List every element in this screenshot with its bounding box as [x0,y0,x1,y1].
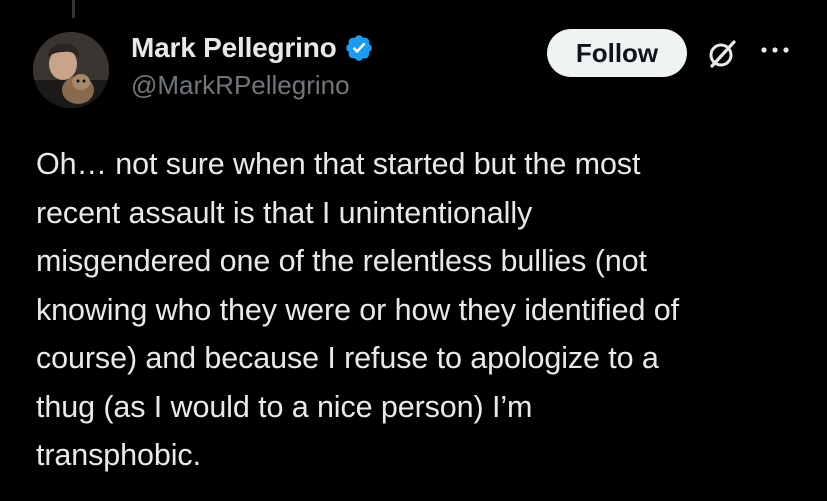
more-options-icon[interactable] [757,40,793,60]
tweet-text: Oh… not sure when that started but the m… [36,147,679,472]
follow-button[interactable]: Follow [547,29,687,77]
thread-connector-line [72,0,75,18]
author-name-row: Mark Pellegrino [131,30,374,66]
avatar[interactable] [33,32,109,108]
grok-icon[interactable] [705,37,739,71]
author-handle[interactable]: @MarkRPellegrino [131,70,374,101]
author-display-name[interactable]: Mark Pellegrino [131,32,337,64]
author-block: Mark Pellegrino @MarkRPellegrino [131,30,374,101]
verified-badge-icon[interactable] [344,33,374,63]
